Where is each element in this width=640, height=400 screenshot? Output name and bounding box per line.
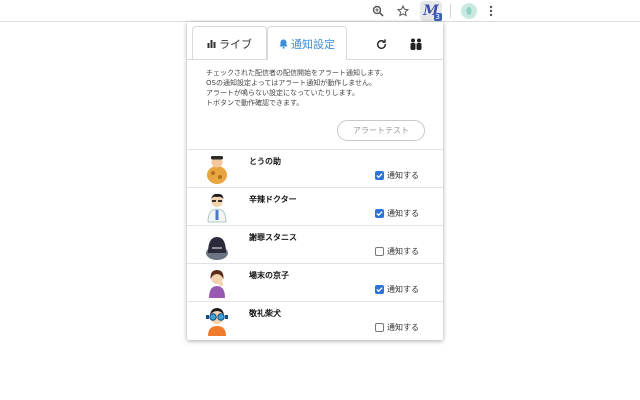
check-icon[interactable] — [375, 285, 384, 294]
popup-tabs: ライブ 通知設定 — [187, 22, 443, 60]
notify-label: 通知する — [387, 171, 419, 180]
notify-label: 通知する — [387, 323, 419, 332]
description-line: OSの通知設定よってはアラート通知が動作しません。 — [206, 79, 377, 87]
description-text: チェックされた配信者の配信開始をアラート通知します。 OSの通知設定よってはアラ… — [206, 68, 428, 108]
list-item: 敬礼柴犬 通知する — [187, 301, 443, 339]
tab-notify-settings[interactable]: 通知設定 — [267, 26, 347, 60]
tab-live[interactable]: ライブ — [192, 26, 267, 60]
browser-toolbar: M 3 — [0, 0, 640, 22]
check-icon[interactable] — [375, 209, 384, 218]
zoom-icon[interactable] — [368, 1, 388, 21]
notify-checkbox[interactable]: 通知する — [375, 246, 419, 257]
notify-label: 通知する — [387, 247, 419, 256]
refresh-icon[interactable] — [369, 28, 393, 60]
notify-checkbox[interactable]: 通知する — [375, 284, 419, 295]
streamer-avatar — [204, 305, 230, 337]
streamer-avatar — [204, 229, 230, 261]
list-item: 辛辣ドクター 通知する — [187, 187, 443, 225]
streamer-avatar — [204, 267, 230, 299]
streamer-avatar — [204, 191, 230, 223]
alert-test-button[interactable]: アラートテスト — [337, 120, 425, 141]
check-icon[interactable] — [375, 171, 384, 180]
tab-notify-label: 通知設定 — [291, 37, 335, 51]
notify-checkbox[interactable]: 通知する — [375, 322, 419, 333]
notify-checkbox[interactable]: 通知する — [375, 170, 419, 181]
notify-checkbox[interactable]: 通知する — [375, 208, 419, 219]
extension-button[interactable]: M 3 — [420, 1, 442, 21]
description-line: アラートが鳴らない設定になっていたりします。 — [206, 89, 359, 97]
extension-badge: 3 — [433, 13, 442, 21]
checkbox-empty[interactable] — [375, 323, 384, 332]
bar-chart-icon — [207, 39, 216, 48]
list-item: とうの助 通知する — [187, 149, 443, 187]
streamer-avatar — [204, 153, 230, 185]
streamer-list: とうの助 通知する 辛辣ドクター 通知する 謝罪スタニス 通知する 場末の京子 … — [187, 149, 443, 339]
bell-icon — [279, 39, 288, 49]
description-line: トボタンで動作確認できます。 — [206, 99, 304, 107]
toolbar-divider — [450, 4, 451, 18]
star-icon[interactable] — [393, 1, 413, 21]
streamer-name: 敬礼柴犬 — [249, 309, 281, 318]
streamer-name: 辛辣ドクター — [249, 195, 297, 204]
active-tab-cover — [268, 58, 346, 60]
profile-icon[interactable] — [459, 1, 479, 21]
checkbox-empty[interactable] — [375, 247, 384, 256]
list-item: 謝罪スタニス 通知する — [187, 225, 443, 263]
streamer-name: 場末の京子 — [249, 271, 289, 280]
streamer-name: とうの助 — [249, 157, 281, 166]
description-line: チェックされた配信者の配信開始をアラート通知します。 — [206, 69, 388, 77]
list-item: 場末の京子 通知する — [187, 263, 443, 301]
people-icon[interactable] — [405, 28, 427, 60]
notify-label: 通知する — [387, 285, 419, 294]
menu-icon[interactable] — [481, 1, 501, 21]
tab-live-label: ライブ — [219, 37, 252, 51]
streamer-name: 謝罪スタニス — [249, 233, 297, 242]
notify-label: 通知する — [387, 209, 419, 218]
extension-popup: ライブ 通知設定 チェックされた配信者の配信開始をアラート通知します。 OSの通… — [187, 22, 443, 340]
